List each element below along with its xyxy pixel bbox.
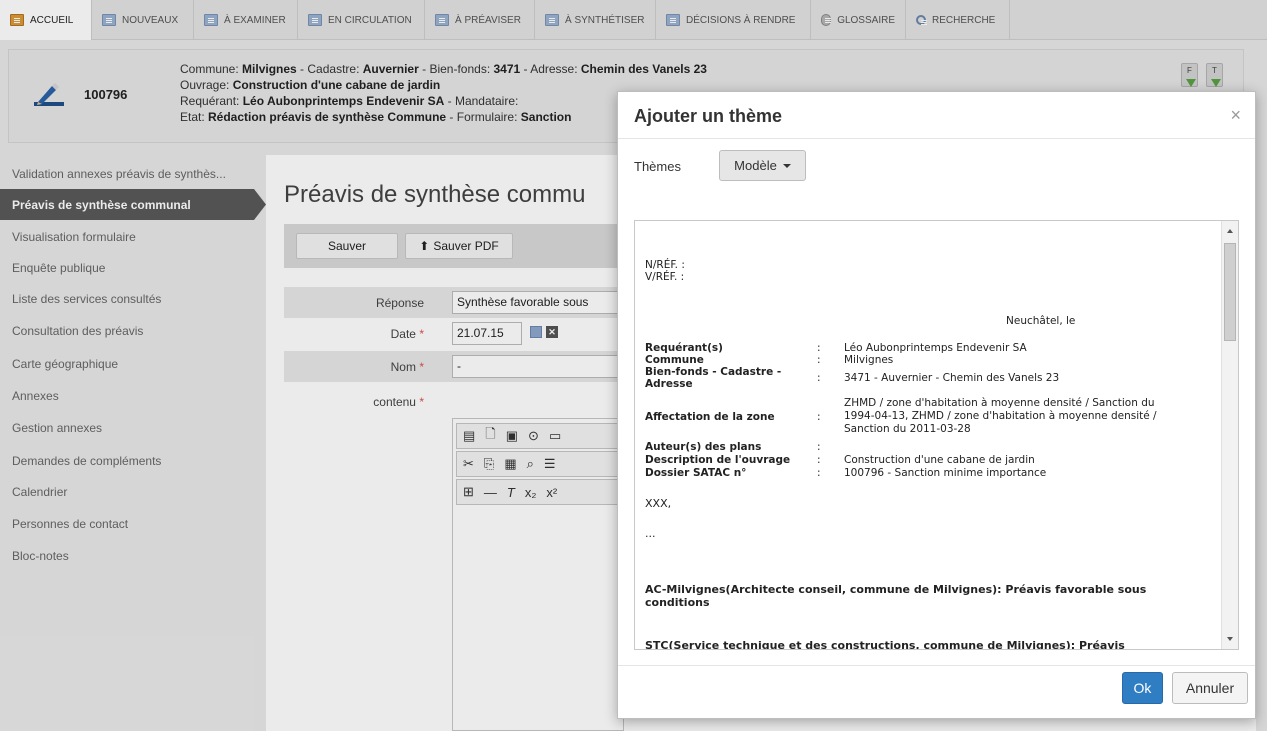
- doc-row-bien-fonds: Bien-fonds - Cadastre - Adresse:3471 - Au…: [645, 366, 1060, 390]
- chevron-down-icon: [782, 163, 791, 168]
- themes-label: Thèmes: [634, 159, 681, 174]
- doc-row-commune: Commune: Milvignes: [645, 354, 894, 366]
- dialog-title: Ajouter un thème: [634, 106, 783, 126]
- doc-row-satac: Dossier SATAC n°:100796 - Sanction minim…: [645, 467, 1047, 479]
- scroll-up-icon[interactable]: [1227, 229, 1233, 233]
- cancel-button[interactable]: Annuler: [1172, 672, 1248, 704]
- theme-preview-document[interactable]: N/RÉF. : V/RÉF. : Neuchâtel, le Requéran…: [634, 220, 1239, 650]
- scroll-down-icon[interactable]: [1227, 637, 1233, 641]
- document-scrollbar[interactable]: [1221, 221, 1238, 649]
- doc-row-description: Description de l'ouvrage: Construction d'…: [645, 454, 1035, 466]
- close-icon[interactable]: ×: [1230, 105, 1241, 126]
- dialog-divider: [618, 138, 1255, 139]
- dialog-footer-divider: [618, 665, 1255, 666]
- doc-row-auteurs: Auteur(s) des plans:: [645, 441, 821, 453]
- doc-row-affectation: Affectation de la zone: ZHMD / zone d'hab…: [645, 397, 1157, 435]
- scrollbar-thumb[interactable]: [1224, 243, 1236, 341]
- add-theme-dialog: Ajouter un thème × Thèmes Modèle N/RÉF. …: [617, 91, 1256, 719]
- model-dropdown-button[interactable]: Modèle: [719, 150, 806, 181]
- doc-row-requerant: Requérant(s): Léo Aubonprintemps Endeveni…: [645, 342, 1027, 354]
- ok-button[interactable]: Ok: [1122, 672, 1163, 704]
